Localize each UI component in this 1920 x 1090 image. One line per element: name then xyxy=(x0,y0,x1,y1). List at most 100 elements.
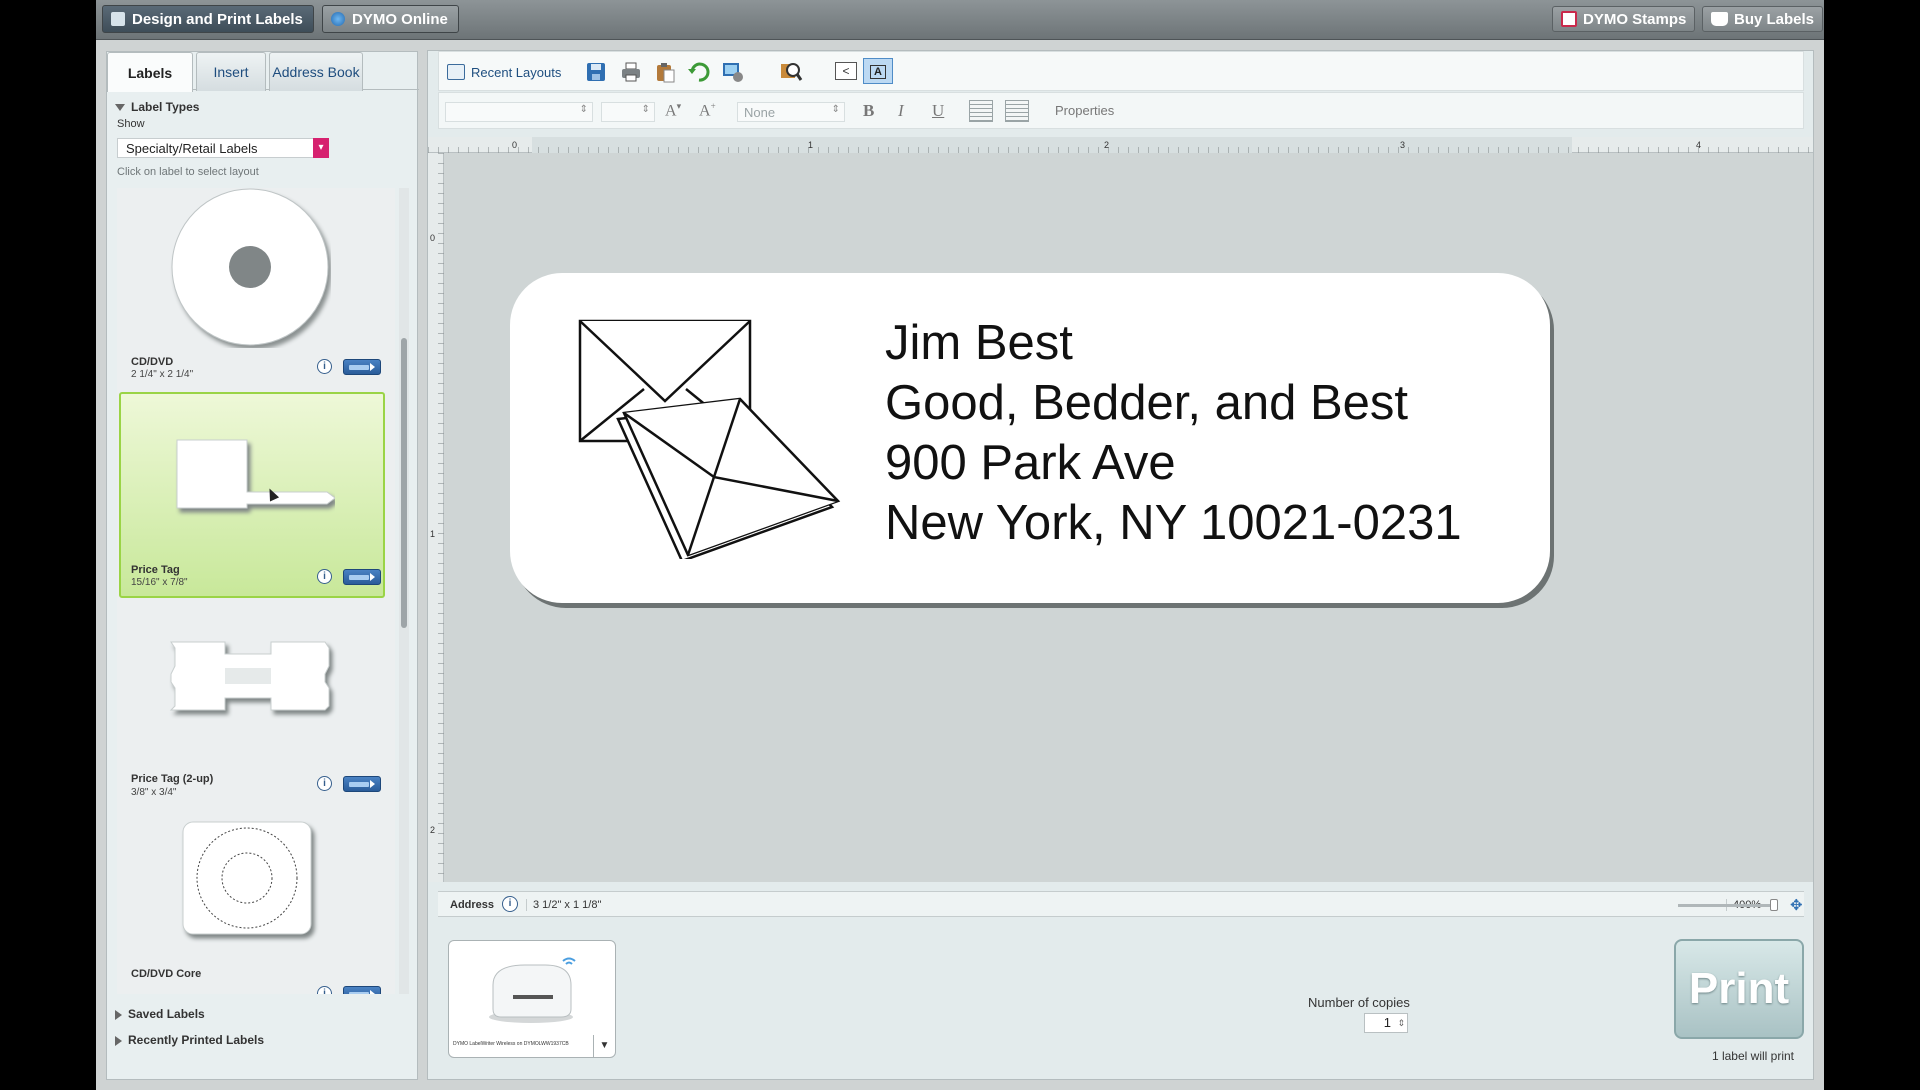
labels-panel: Labels Insert Address Book Label Types S… xyxy=(106,51,419,1080)
print-icon[interactable] xyxy=(619,60,643,84)
ruler-label: 3 xyxy=(1400,140,1406,150)
shrink-font-button[interactable]: A▾ xyxy=(665,101,681,120)
editor-panel: Recent Layouts < A ⇕ ⇕ A▾ A+ None ⇕ B I xyxy=(427,50,1814,1080)
info-icon[interactable]: i xyxy=(317,359,332,374)
zoom-slider-thumb[interactable] xyxy=(1770,899,1778,911)
envelopes-clipart xyxy=(578,319,841,559)
label-item-name: CD/DVD Core xyxy=(131,968,202,980)
text-a-icon: A xyxy=(870,65,886,79)
info-icon[interactable]: i xyxy=(317,776,332,791)
text-direction-button[interactable]: < xyxy=(835,62,857,80)
recently-printed-header: Recently Printed Labels xyxy=(128,1033,265,1047)
address-line-2: Good, Bedder, and Best xyxy=(885,376,1409,430)
buy-labels-button[interactable]: Buy Labels xyxy=(1702,6,1824,32)
tab-address-book[interactable]: Address Book xyxy=(269,52,363,91)
italic-button[interactable]: I xyxy=(898,101,904,121)
recently-printed-toggle[interactable]: Recently Printed Labels xyxy=(115,1033,264,1047)
info-icon[interactable]: i xyxy=(317,986,332,994)
label-type-select-value: Specialty/Retail Labels xyxy=(126,141,258,156)
address-line-1: Jim Best xyxy=(885,316,1073,370)
save-icon[interactable] xyxy=(584,60,608,84)
print-button[interactable]: Print xyxy=(1674,939,1804,1039)
properties-button[interactable]: Properties xyxy=(1055,103,1114,118)
select-label-arrow-icon[interactable] xyxy=(343,776,381,792)
ruler-label: 2 xyxy=(430,825,436,835)
label-type-text: Address xyxy=(450,899,495,911)
print-area: DYMO LabelWriter Wireless on DYMOLWW1937… xyxy=(438,927,1804,1077)
tab-design-label: Design and Print Labels xyxy=(132,10,303,28)
cart-icon xyxy=(1711,12,1728,26)
tab-dymo-online[interactable]: DYMO Online xyxy=(322,5,459,33)
label-item-cd-dvd-core[interactable]: CD/DVD Core i xyxy=(117,818,395,994)
tab-design-and-print[interactable]: Design and Print Labels xyxy=(102,5,314,33)
chevron-updown-icon: ⇕ xyxy=(831,104,840,115)
select-label-arrow-icon[interactable] xyxy=(343,986,381,994)
printer-name: DYMO LabelWriter Wireless on DYMOLWW1937… xyxy=(453,1041,569,1047)
effect-select-value: None xyxy=(744,105,776,120)
info-icon[interactable]: i xyxy=(502,896,518,912)
stepper-arrows-icon[interactable]: ⇕ xyxy=(1397,1014,1405,1032)
paste-icon[interactable] xyxy=(653,60,677,84)
find-icon[interactable] xyxy=(779,60,803,84)
label-item-size: 15/16" x 7/8" xyxy=(131,577,188,588)
label-item-cd-dvd[interactable]: CD/DVD 2 1/4" x 2 1/4" i xyxy=(117,188,395,384)
label-gallery: CD/DVD 2 1/4" x 2 1/4" i Price Tag 15/16… xyxy=(117,188,395,994)
price-tag-2up-thumbnail xyxy=(169,641,330,711)
label-type-select[interactable]: Specialty/Retail Labels ▾ xyxy=(117,138,329,158)
chevron-updown-icon: ⇕ xyxy=(641,104,650,115)
align-horizontal-icon[interactable] xyxy=(1005,100,1029,122)
label-types-toggle[interactable]: Label Types xyxy=(115,100,199,114)
label-item-price-tag-2up[interactable]: Price Tag (2-up) 3/8" x 3/4" i xyxy=(117,608,395,808)
font-family-select[interactable]: ⇕ xyxy=(445,102,593,122)
gallery-scrollbar[interactable] xyxy=(399,188,409,994)
address-label[interactable]: Jim Best Good, Bedder, and Best 900 Park… xyxy=(510,273,1550,603)
copies-stepper[interactable]: 1 ⇕ xyxy=(1364,1013,1408,1033)
ruler-label: 2 xyxy=(1104,140,1110,150)
dymo-app-window: Design and Print Labels DYMO Online DYMO… xyxy=(96,0,1824,1090)
tab-insert[interactable]: Insert xyxy=(196,52,266,91)
main-toolbar: Recent Layouts < A xyxy=(438,51,1804,91)
effect-select[interactable]: None ⇕ xyxy=(737,102,845,122)
label-size-text: 3 1/2" x 1 1/8" xyxy=(526,899,601,911)
info-icon[interactable]: i xyxy=(317,569,332,584)
ruler-label: 1 xyxy=(808,140,814,150)
text-mode-button[interactable]: A xyxy=(863,58,893,84)
tab-online-label: DYMO Online xyxy=(352,10,448,28)
select-label-arrow-icon[interactable] xyxy=(343,359,381,375)
cd-dvd-thumbnail xyxy=(171,188,329,346)
select-layout-hint: Click on label to select layout xyxy=(117,166,259,178)
underline-button[interactable]: U xyxy=(932,101,944,121)
chevron-updown-icon: ⇕ xyxy=(579,104,588,115)
tab-labels[interactable]: Labels xyxy=(107,52,193,92)
insert-image-icon[interactable] xyxy=(721,60,745,84)
ruler-ticks xyxy=(438,153,444,882)
undo-icon[interactable] xyxy=(687,60,711,84)
vertical-ruler: 0 1 2 xyxy=(428,153,444,882)
zoom-slider[interactable] xyxy=(1678,899,1778,911)
address-line-3: 900 Park Ave xyxy=(885,436,1176,490)
address-line-4: New York, NY 10021-0231 xyxy=(885,496,1462,550)
select-label-arrow-icon[interactable] xyxy=(343,569,381,585)
printer-dropdown-button[interactable]: ▼ xyxy=(593,1035,615,1057)
bold-button[interactable]: B xyxy=(863,101,874,121)
layouts-icon xyxy=(447,64,465,80)
copies-label: Number of copies xyxy=(1308,995,1410,1010)
chevron-down-icon: ▾ xyxy=(313,138,329,158)
globe-icon xyxy=(331,12,345,26)
grow-font-button[interactable]: A+ xyxy=(699,101,716,120)
dymo-stamps-label: DYMO Stamps xyxy=(1583,10,1687,28)
copies-value: 1 xyxy=(1383,1015,1391,1030)
fit-zoom-icon[interactable]: ✥ xyxy=(1790,896,1803,914)
scrollbar-thumb[interactable] xyxy=(401,338,407,628)
printer-image-icon xyxy=(489,957,576,1023)
recent-layouts-button[interactable]: Recent Layouts xyxy=(447,60,561,84)
label-canvas[interactable]: 0 1 2 3 4 0 1 2 Jim Best Good, Bedder, a… xyxy=(428,137,1813,882)
dymo-stamps-button[interactable]: DYMO Stamps xyxy=(1552,6,1696,32)
font-size-select[interactable]: ⇕ xyxy=(601,102,655,122)
printer-selector[interactable]: DYMO LabelWriter Wireless on DYMOLWW1937… xyxy=(448,940,616,1058)
label-item-price-tag[interactable]: Price Tag 15/16" x 7/8" i xyxy=(119,392,385,598)
align-vertical-icon[interactable] xyxy=(969,100,993,122)
saved-labels-toggle[interactable]: Saved Labels xyxy=(115,1007,205,1021)
ruler-label: 1 xyxy=(430,529,436,539)
label-item-name: Price Tag xyxy=(131,564,180,576)
